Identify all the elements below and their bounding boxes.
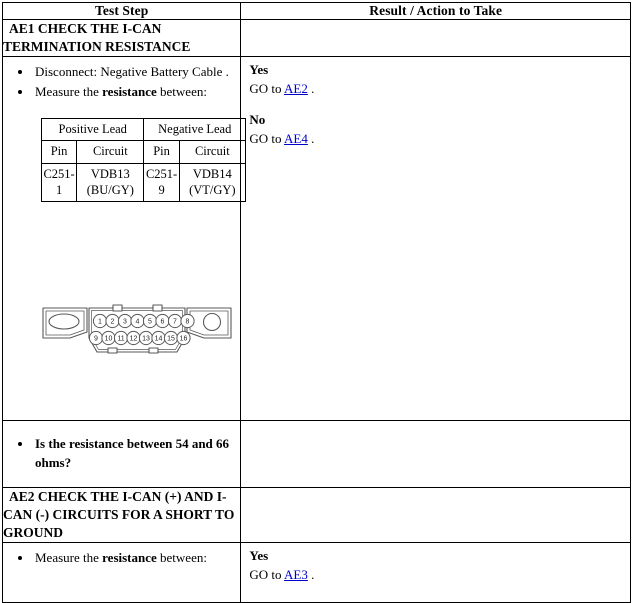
column-header-result-action: Result / Action to Take [240, 2, 631, 20]
lead-subheader-circuit-positive: Circuit [76, 140, 145, 164]
test-question-result-ae1 [240, 420, 631, 488]
pin-number: 8 [186, 319, 190, 326]
lead-group-header-row: Positive Lead Negative Lead [40, 118, 246, 142]
pin-number: 7 [173, 319, 177, 326]
result-action-prefix: GO to [249, 567, 285, 583]
pin-number: 13 [142, 336, 150, 343]
lead-subheader-pin-positive: Pin [40, 140, 78, 164]
lead-cell-pin-positive: C251-1 [40, 162, 78, 203]
step-text: Disconnect: Negative Battery Cable . [35, 64, 229, 80]
list-item: Measure the resistance between: [33, 549, 240, 568]
test-result-cell-ae1: Yes GO to AE2 . No GO to AE4 . [240, 56, 631, 422]
result-action-suffix: . [307, 130, 315, 146]
result-action-prefix: GO to [249, 130, 285, 146]
test-question-row-ae1: Is the resistance between 54 and 66 ohms… [1, 420, 631, 488]
table-row: C251-1 VDB13 (BU/GY) C251-9 VDB14 (VT/GY… [40, 162, 247, 203]
pin-number: 16 [180, 336, 188, 343]
list-item: Is the resistance between 54 and 66 ohms… [33, 435, 240, 473]
link-ae4[interactable]: AE4 [284, 131, 308, 146]
step-text-post: between: [156, 84, 207, 100]
result-label-no: No [249, 112, 266, 128]
result-label-yes: Yes [249, 548, 269, 564]
test-title-result-ae2 [240, 486, 631, 544]
step-text-emphasis: resistance [102, 84, 157, 100]
pin-number: 6 [161, 319, 165, 326]
result-action-suffix: . [307, 567, 315, 583]
result-action-yes: GO to AE2 . [249, 80, 630, 99]
pin-number: 5 [148, 319, 152, 326]
pin-number: 14 [155, 336, 163, 343]
test-steps-cell-ae1: Disconnect: Negative Battery Cable . Mea… [1, 56, 247, 422]
test-steps-cell-ae2: Measure the resistance between: [1, 542, 242, 603]
lead-cell-circuit-negative: VDB14 (VT/GY) [178, 162, 247, 203]
pin-number: 2 [111, 319, 115, 326]
result-action-suffix: . [307, 81, 315, 97]
pin-number: 11 [117, 336, 124, 343]
test-title-ae2: AE2 CHECK THE I-CAN (+) AND I-CAN (-) CI… [1, 486, 242, 544]
table-header-row: Test Step Result / Action to Take [1, 2, 631, 20]
step-list-ae1: Disconnect: Negative Battery Cable . Mea… [3, 63, 240, 102]
connector-diagram-wrapper: 1 2 3 4 5 6 7 8 9 10 11 12 13 14 15 16 [3, 202, 240, 360]
layout-spacer [3, 572, 240, 602]
step-text-emphasis: resistance [102, 550, 157, 566]
pinpoint-test-table: Test Step Result / Action to Take AE1 CH… [1, 2, 631, 603]
pin-number: 3 [123, 319, 127, 326]
lead-cell-circuit-positive: VDB13 (BU/GY) [76, 162, 145, 203]
test-title-row-ae2: AE2 CHECK THE I-CAN (+) AND I-CAN (-) CI… [1, 486, 631, 544]
pin-number: 10 [105, 336, 113, 343]
result-label-yes: Yes [249, 62, 269, 78]
test-title-row-ae1: AE1 CHECK THE I-CAN TERMINATION RESISTAN… [1, 18, 631, 58]
result-action-yes: GO to AE3 . [249, 566, 630, 585]
test-body-row-ae2: Measure the resistance between: Yes GO t… [1, 542, 631, 603]
test-title-ae1: AE1 CHECK THE I-CAN TERMINATION RESISTAN… [1, 18, 242, 58]
step-text-pre: Measure the [35, 84, 103, 100]
pin-number: 12 [130, 336, 138, 343]
lead-cell-pin-negative: C251-9 [143, 162, 180, 203]
lead-subheader-pin-negative: Pin [143, 140, 180, 164]
lead-measurement-table: Positive Lead Negative Lead Pin Circuit … [40, 118, 247, 203]
lead-group-header-positive: Positive Lead [40, 118, 145, 142]
step-text-post: between: [156, 550, 207, 566]
step-list-ae2: Measure the resistance between: [3, 549, 240, 568]
lead-group-header-negative: Negative Lead [143, 118, 246, 142]
pin-number: 1 [98, 319, 102, 326]
lead-table-wrapper: Positive Lead Negative Lead Pin Circuit … [3, 106, 247, 203]
obd-16-pin-connector-icon: 1 2 3 4 5 6 7 8 9 10 11 12 13 14 15 16 [42, 304, 232, 354]
result-action-prefix: GO to [249, 81, 285, 97]
test-result-cell-ae2: Yes GO to AE3 . [240, 542, 631, 603]
list-item: Disconnect: Negative Battery Cable . [33, 63, 240, 82]
question-list-ae1: Is the resistance between 54 and 66 ohms… [3, 435, 240, 473]
test-question-cell-ae1: Is the resistance between 54 and 66 ohms… [1, 420, 242, 488]
pin-number: 9 [94, 336, 98, 343]
link-ae3[interactable]: AE3 [284, 567, 308, 582]
question-text: Is the resistance between 54 and 66 ohms… [35, 436, 230, 470]
list-item: Measure the resistance between: [33, 83, 240, 102]
document-page: Test Step Result / Action to Take AE1 CH… [0, 2, 632, 603]
layout-spacer [3, 360, 240, 420]
link-ae2[interactable]: AE2 [284, 81, 308, 96]
lead-sub-header-row: Pin Circuit Pin Circuit [40, 140, 247, 164]
result-action-no: GO to AE4 . [249, 130, 630, 149]
lead-subheader-circuit-negative: Circuit [178, 140, 247, 164]
pin-number: 15 [167, 336, 175, 343]
test-body-row-ae1: Disconnect: Negative Battery Cable . Mea… [1, 56, 631, 422]
step-text-pre: Measure the [35, 550, 103, 566]
test-title-result-ae1 [240, 18, 631, 58]
pin-number: 4 [136, 319, 140, 326]
column-header-test-step: Test Step [1, 2, 242, 20]
result-gap [249, 99, 630, 111]
